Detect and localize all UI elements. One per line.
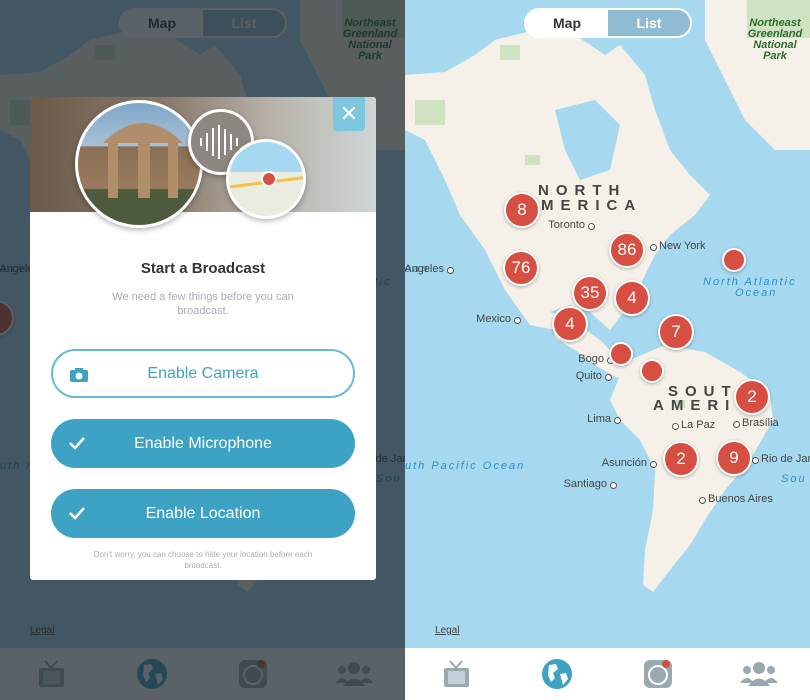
check-icon: [67, 433, 87, 453]
broadcast-cluster-marker[interactable]: 2: [663, 441, 699, 477]
ocean-label: Sou: [781, 473, 807, 485]
broadcast-cluster-marker[interactable]: 9: [716, 440, 752, 476]
city-dot: [514, 317, 521, 324]
tab-globe[interactable]: [537, 654, 577, 694]
broadcast-cluster-marker[interactable]: [640, 359, 664, 383]
broadcast-cluster-marker[interactable]: 86: [609, 232, 645, 268]
location-privacy-note: Don't worry, you can choose to hide your…: [93, 550, 313, 570]
broadcast-camera-icon: [644, 660, 673, 688]
view-toggle: Map List: [524, 8, 692, 38]
map-screen: Northeast Greenland National Park NORTH …: [405, 0, 810, 700]
city-label: Mexico: [476, 313, 511, 325]
enable-camera-button[interactable]: Enable Camera: [51, 349, 355, 398]
camera-icon: [69, 365, 89, 385]
city-dot: [672, 423, 679, 430]
tab-broadcast[interactable]: [638, 654, 678, 694]
city-label: Lima: [587, 413, 611, 425]
broadcast-cluster-marker[interactable]: 7: [658, 314, 694, 350]
city-dot: [733, 421, 740, 428]
broadcast-cluster-marker[interactable]: [722, 248, 746, 272]
map-view[interactable]: Northeast Greenland National Park NORTH …: [405, 0, 810, 648]
broadcast-cluster-marker[interactable]: 8: [504, 192, 540, 228]
dialog-header-image: ✕: [30, 97, 376, 228]
broadcast-cluster-marker[interactable]: 4: [614, 280, 650, 316]
city-label: Bogo: [578, 353, 604, 365]
enable-location-button[interactable]: Enable Location: [51, 489, 355, 538]
check-icon: [67, 503, 87, 523]
city-label: Toronto: [548, 219, 585, 231]
broadcast-cluster-marker[interactable]: [609, 342, 633, 366]
legal-link[interactable]: Legal: [435, 625, 459, 636]
broadcast-cluster-marker[interactable]: 76: [503, 250, 539, 286]
broadcast-screen: Northeast Greenland National Park NORTH …: [0, 0, 405, 700]
tv-icon: [443, 660, 469, 687]
tab-people[interactable]: [739, 654, 779, 694]
continent-label: AMERI: [653, 397, 737, 414]
start-broadcast-dialog: ✕ Start a Broadcast We need a few things…: [30, 97, 376, 580]
city-label: Brasília: [742, 417, 779, 429]
city-dot: [610, 482, 617, 489]
city-label: La Paz: [681, 419, 716, 431]
city-dot: [605, 374, 612, 381]
city-dot: [614, 417, 621, 424]
dialog-subtitle: We need a few things before you can broa…: [112, 291, 294, 317]
city-label: Asunción: [601, 457, 647, 469]
city-dot: [752, 457, 759, 464]
photo-circle: [75, 100, 203, 228]
broadcast-cluster-marker[interactable]: 2: [734, 379, 770, 415]
location-map-icon: [226, 139, 306, 219]
button-label: Enable Location: [145, 504, 261, 522]
tab-bar: [405, 648, 810, 700]
city-label: Quito: [575, 370, 602, 382]
globe-icon: [541, 659, 572, 689]
map-land: [405, 0, 810, 592]
city-label: Buenos Aires: [708, 493, 773, 505]
city-dot: [699, 497, 706, 504]
tab-tv[interactable]: [436, 654, 476, 694]
broadcast-cluster-marker[interactable]: 4: [552, 306, 588, 342]
city-label: Los Angeles: [405, 263, 444, 275]
city-dot: [650, 244, 657, 251]
enable-microphone-button[interactable]: Enable Microphone: [51, 419, 355, 468]
city-label: New York: [659, 240, 706, 252]
park-label: Northeast Greenland National Park: [747, 17, 803, 62]
ocean-label: Ocean: [735, 287, 778, 299]
city-label: Santiago: [563, 478, 607, 490]
button-label: Enable Microphone: [134, 434, 272, 452]
city-label: Rio de Jane: [761, 453, 810, 465]
city-dot: [447, 267, 454, 274]
dialog-title: Start a Broadcast: [140, 260, 266, 277]
tab-map[interactable]: Map: [526, 10, 608, 36]
continent-label: MERICA: [541, 197, 643, 214]
city-dot: [650, 461, 657, 468]
city-dot: [588, 223, 595, 230]
tab-list[interactable]: List: [608, 10, 690, 36]
close-button[interactable]: ✕: [333, 97, 365, 131]
broadcast-cluster-marker[interactable]: 35: [572, 275, 608, 311]
ocean-label: uth Pacific Ocean: [405, 460, 526, 472]
people-icon: [740, 662, 779, 686]
button-label: Enable Camera: [147, 364, 259, 382]
